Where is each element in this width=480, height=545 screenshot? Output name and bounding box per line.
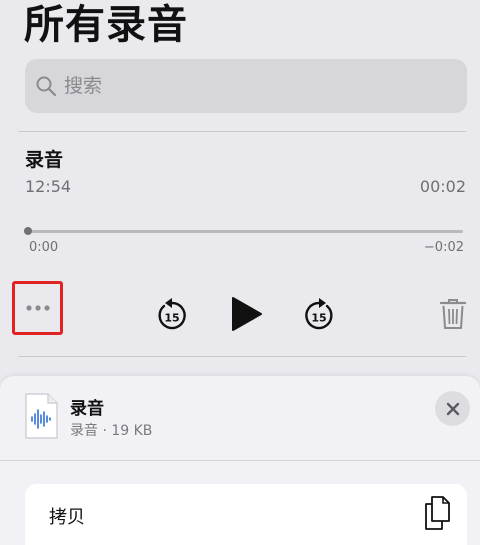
copy-label: 拷贝 <box>49 507 85 528</box>
recording-time: 12:54 <box>25 177 72 196</box>
copy-icon <box>425 496 450 530</box>
skip-forward-label: 15 <box>311 312 326 325</box>
ellipsis-icon <box>25 305 50 311</box>
controls-divider <box>18 356 466 357</box>
search-bar[interactable] <box>25 59 467 113</box>
playback-scrubber[interactable] <box>24 227 463 235</box>
trash-icon <box>439 299 467 329</box>
audio-file-icon <box>24 393 58 443</box>
elapsed-time: 0:00 <box>29 240 59 255</box>
file-meta: 录音 · 19 KB <box>70 423 153 439</box>
page-title: 所有录音 <box>24 2 188 48</box>
search-input[interactable] <box>64 75 444 97</box>
skip-back-15-icon: 15 <box>158 298 186 330</box>
play-icon <box>232 297 262 331</box>
recording-name[interactable]: 录音 <box>25 145 63 172</box>
close-button[interactable] <box>435 391 470 426</box>
play-button[interactable] <box>230 295 264 337</box>
close-icon <box>446 402 459 415</box>
skip-forward-15-icon: 15 <box>305 298 333 330</box>
search-icon <box>36 76 57 97</box>
file-name: 录音 <box>70 399 104 419</box>
skip-back-label: 15 <box>164 312 179 325</box>
top-divider <box>18 131 466 132</box>
scrubber-handle[interactable] <box>24 227 32 235</box>
copy-action[interactable]: 拷贝 <box>25 484 467 545</box>
sheet-divider <box>0 460 480 461</box>
skip-forward-button[interactable]: 15 <box>302 297 336 337</box>
share-sheet: 录音 录音 · 19 KB 拷贝 <box>0 376 480 545</box>
remaining-time: −0:02 <box>423 240 464 255</box>
more-options-button[interactable] <box>12 281 63 335</box>
recording-duration: 00:02 <box>419 177 466 196</box>
delete-button[interactable] <box>439 298 467 334</box>
skip-back-button[interactable]: 15 <box>155 297 189 337</box>
